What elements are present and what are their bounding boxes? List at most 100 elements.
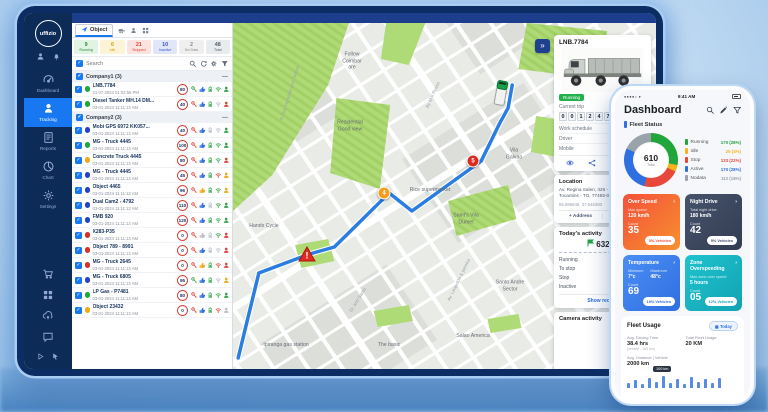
vehicle-row[interactable]: ✓Object 446503-01-2024 11:11:13 AM96 [72,183,232,198]
wifi-status-icon [215,292,222,299]
speed-badge: 95 [177,275,188,286]
grid-icon[interactable] [142,27,149,34]
vehicle-checkbox[interactable]: ✓ [75,247,82,254]
filter-icon[interactable] [221,60,229,68]
vehicle-checkbox[interactable]: ✓ [75,86,82,93]
user-icon[interactable] [36,52,45,61]
eye-icon[interactable] [566,159,574,167]
vehicle-checkbox[interactable]: ✓ [75,262,82,269]
select-all-checkbox[interactable]: ✓ [76,60,83,67]
vehicle-checkbox[interactable]: ✓ [75,172,82,179]
driver-icon[interactable] [130,27,137,34]
alert-marker[interactable]: ! [298,246,316,262]
vehicle-row[interactable]: ✓LNB.778421-07-2024 01:02:55 PM80 [72,82,232,97]
trailer-icon[interactable] [118,27,125,34]
vehicle-row[interactable]: ✓Mobi GPS 6972 KK057...03-01-2024 11:11:… [72,123,232,138]
wifi-status-icon [215,202,222,209]
status-chip-stopped[interactable]: 21Stopped [127,40,151,54]
vehicle-row[interactable]: ✓MG - Truck 264503-01-2024 11:11:13 AM0 [72,258,232,273]
sidebar-item-chart[interactable]: Chart [24,156,72,185]
settings-gear-icon[interactable] [210,60,218,68]
today-filter-pill[interactable]: ▦ Today [709,321,738,331]
search-icon[interactable] [189,60,197,68]
kpi-card-night-drive[interactable]: Night Drive›Total night drive180 km/hCou… [685,194,742,250]
thumb-status-icon [199,277,206,284]
usage-bar [648,378,651,388]
vehicle-row[interactable]: ✓X283-P3503-01-2024 11:11:13 AM0 [72,228,232,243]
vehicle-checkbox[interactable]: ✓ [75,127,82,134]
chip-label: Inactive [153,48,177,52]
vehicle-row[interactable]: ✓LP Gas - P748103-01-2024 11:11:13 AM80 [72,288,232,303]
group-checkbox[interactable]: ✓ [76,73,83,80]
kpi-card-temperature[interactable]: Temperature›Minimum7°cMaximum48°cCount69… [623,255,680,311]
key-status-icon [191,86,198,93]
sidebar-item-tracking[interactable]: Tracking [24,98,72,127]
vehicle-status-dot [85,101,91,107]
share-icon[interactable] [588,159,596,167]
sidebar-item-reports[interactable]: Reports [24,127,72,156]
phone-search-icon[interactable] [706,106,715,115]
vehicle-row[interactable]: ✓MG - Truck 680503-01-2024 11:11:13 AM95 [72,273,232,288]
vehicle-row[interactable]: ✓Object 2343203-01-2024 11:11:13 AM0 [72,303,232,318]
vehicle-checkbox[interactable]: ✓ [75,142,82,149]
phone-filter-icon[interactable] [733,106,742,115]
vehicle-row[interactable]: ✓Dual Cam2 - 479203-01-2024 11:11:13 AM1… [72,198,232,213]
cloud-upload-icon[interactable] [42,310,54,322]
collapse-group-icon[interactable]: — [222,115,228,121]
driver-status-icon [223,86,230,93]
legend-label: Active [691,167,718,172]
trip-label: Current trip [559,104,584,110]
vehicle-checkbox[interactable]: ✓ [75,202,82,209]
vehicle-checkbox[interactable]: ✓ [75,217,82,224]
vehicle-checkbox[interactable]: ✓ [75,307,82,314]
sidebar-item-dashboard[interactable]: Dashboard [24,69,72,98]
group-header[interactable]: ✓Company2 (3)— [72,112,232,123]
app-screen: uffizio DashboardTrackingReportsChartSet… [24,13,656,369]
legend-item: Active170 (28%) [685,166,741,173]
vehicle-row[interactable]: ✓Concrete Truck 444503-01-2024 11:11:13 … [72,153,232,168]
group-checkbox[interactable]: ✓ [76,114,83,121]
kpi-card-zone-overspeeding[interactable]: Zone Overspeeding›Max zone over speed5 h… [685,255,742,311]
apps-grid-icon[interactable] [42,289,54,301]
kpi-card-over-speed[interactable]: Over Speed›Max speed120 km/hCount355% Ve… [623,194,680,250]
vehicle-checkbox[interactable]: ✓ [75,292,82,299]
vehicle-checkbox[interactable]: ✓ [75,187,82,194]
group-header[interactable]: ✓Company1 (3)— [72,71,232,82]
vehicle-truck-marker[interactable] [494,80,508,106]
bell-icon[interactable] [52,52,61,61]
vehicle-row[interactable]: ✓MG - Truck 444503-01-2024 11:11:13 AM45 [72,168,232,183]
battery-status-icon [207,262,214,269]
collapse-panel-button[interactable]: » [535,39,550,53]
status-chip-idle[interactable]: 6Idle [100,40,124,54]
vehicle-checkbox[interactable]: ✓ [75,101,82,108]
waypoint-5-marker[interactable]: 5 [467,155,480,168]
vehicle-row[interactable]: ✓FMB 92003-01-2024 11:11:13 AM120 [72,213,232,228]
vehicle-checkbox[interactable]: ✓ [75,157,82,164]
search-input[interactable] [86,61,186,67]
status-chip-no-data[interactable]: 2No Data [179,40,203,54]
usage-bar [669,383,672,388]
vehicle-row[interactable]: ✓Diesel Tanker MH.14 DM...03-01-2024 11:… [72,97,232,112]
waypoint-4-marker[interactable]: 4 [378,187,391,200]
vehicle-checkbox[interactable]: ✓ [75,232,82,239]
collapse-group-icon[interactable]: — [222,74,228,80]
cart-icon[interactable] [42,268,54,280]
add-address-button[interactable]: + Address [559,214,602,219]
speed-badge: 40 [177,99,188,110]
status-chip-total[interactable]: 48Total [206,40,230,54]
phone-edit-icon[interactable] [719,106,728,115]
vehicle-checkbox[interactable]: ✓ [75,277,82,284]
vehicle-list: ✓Company1 (3)—✓LNB.778421-07-2024 01:02:… [72,71,232,369]
vehicle-row[interactable]: ✓MG - Truck 444503-01-2024 11:11:13 AM10… [72,138,232,153]
status-chip-running[interactable]: 9Running [74,40,98,54]
refresh-icon[interactable] [200,60,208,68]
pointer-icon[interactable] [51,352,60,361]
vehicle-status-dot [85,142,91,148]
sidebar-item-settings[interactable]: Settings [24,185,72,214]
vehicle-row[interactable]: ✓Object 789 - 899103-01-2024 11:11:13 AM… [72,243,232,258]
usage-bar [697,382,700,388]
status-chip-inactive[interactable]: 10Inactive [153,40,177,54]
play-icon[interactable] [36,352,45,361]
tab-object[interactable]: Object [75,24,113,37]
chat-icon[interactable] [42,331,54,343]
